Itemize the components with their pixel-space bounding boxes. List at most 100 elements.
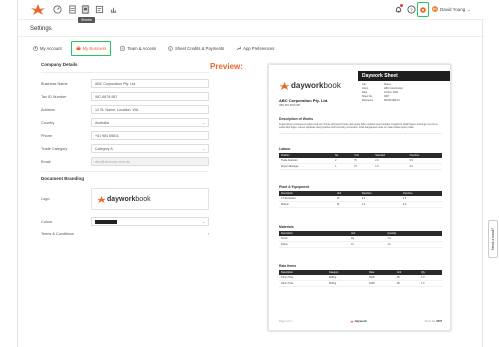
address-input[interactable]: 12 St. Name, Location, WA: [91, 105, 209, 114]
notification-dot: [400, 4, 403, 7]
preview-label: Preview:: [210, 62, 243, 71]
field-label: Tax ID Number: [41, 94, 67, 99]
table-cell: 0.0: [407, 163, 442, 170]
table-cell: Bobcat: [279, 201, 335, 208]
section-heading: Materials: [279, 225, 294, 229]
materials-section: Materials Description Unit Quantity Screw Kg…: [279, 225, 442, 248]
tax-id-row: Tax ID Number 987-6879-987: [41, 90, 209, 103]
svg-text:?: ?: [410, 7, 413, 12]
user-name: David Young: [440, 6, 466, 12]
doc-abn: ABN 987-6879-987: [279, 104, 301, 107]
tab-sheet-credits[interactable]: $ Sheet Credits & Payments: [165, 41, 227, 56]
bell-icon[interactable]: [394, 4, 403, 14]
table-row: 20mm Hole Drilling $180 NF 1.0: [279, 280, 442, 287]
tab-app-preferences[interactable]: App Preferences: [233, 41, 277, 56]
footer-brand: daywork: [349, 319, 367, 323]
need-a-hand-tab[interactable]: Need a hand?: [488, 220, 498, 258]
rate-items-section: Rate Items Description Category Rate Unit Qt…: [279, 264, 442, 287]
tab-label: App Preferences: [243, 46, 275, 51]
table-cell: 1: [333, 163, 353, 170]
gauge-icon[interactable]: [53, 5, 62, 14]
colour-select[interactable]: ⌄: [91, 217, 209, 226]
field-label: Trade Category: [41, 146, 68, 151]
doc-company: ABC Corporation Pty. Ltd.: [279, 98, 329, 103]
table-cell: 0.0: [400, 201, 442, 208]
tab-label: My Business: [82, 46, 107, 51]
table-cell: 1.0: [373, 163, 408, 170]
table-cell: Paints: [279, 241, 350, 248]
daywork-logo-icon: [279, 81, 290, 90]
chart-icon[interactable]: [109, 5, 118, 14]
tax-id-input[interactable]: 987-6879-987: [91, 92, 209, 101]
sheets-icon[interactable]: [81, 5, 90, 14]
page-number: Page 1 of 1: [279, 319, 292, 323]
briefcase-icon: [76, 46, 81, 50]
colour-row: Colour ⌄: [41, 215, 209, 228]
daywork-logo-icon[interactable]: [31, 4, 45, 15]
user-menu[interactable]: DY David Young ⌄: [432, 6, 471, 12]
labour-section: Labour Position No. Unit Standard Overtime Tr…: [279, 147, 442, 170]
daywork-brand-logo: daywork book: [97, 195, 151, 203]
avatar: DY: [432, 6, 438, 12]
section-heading: Plant & Equipment: [279, 185, 310, 189]
trade-category-value: Category A: [95, 147, 113, 151]
wrench-icon: [236, 46, 242, 51]
table-cell: NF: [394, 280, 420, 287]
tab-team-access[interactable]: Team & Access: [117, 41, 159, 56]
address-row: Address 12 St. Name, Location, WA: [41, 103, 209, 116]
works-section: Description of Works Fugiat ipsum conseq…: [279, 117, 442, 134]
business-name-row: Business Name ABC Corporation Pty. Ltd.: [41, 77, 209, 90]
section-heading: Labour: [279, 147, 291, 151]
tab-my-business[interactable]: My Business: [70, 41, 112, 56]
business-name-input[interactable]: ABC Corporation Pty. Ltd.: [91, 79, 209, 88]
footer-sheet-no: Sheet No. 0007: [425, 320, 442, 323]
list-document-icon[interactable]: [95, 5, 104, 14]
daywork-sheet-details: Job Stores Client ABC Construction Date 12 No…: [358, 81, 450, 105]
detail-row: Reference 98-000-980-10: [362, 99, 446, 103]
help-tab-label: Need a hand?: [491, 228, 495, 250]
tab-my-account[interactable]: My Account: [30, 41, 65, 56]
trade-category-row: Trade Category Category A ⌄: [41, 142, 209, 155]
plant-section: Plant & Equipment Description Unit Standar…: [279, 185, 442, 208]
tooltip: Sheets: [78, 17, 95, 23]
brand-word: daywork: [354, 319, 367, 323]
brand-word: book: [323, 81, 341, 90]
section-heading: Description of Works: [279, 117, 314, 121]
tab-label: Team & Access: [127, 46, 157, 51]
table-row: Paints Ltr 1.0: [279, 241, 442, 248]
daywork-logo-icon: [97, 195, 106, 203]
email-field[interactable]: abc@abccorp.com.au: [91, 157, 209, 166]
plant-table: Description Unit Standard Overtime 1.5 Excav…: [279, 191, 442, 208]
user-icon: [33, 46, 38, 51]
table-row: Project Manager 1 Hr 1.0 0.0: [279, 163, 442, 170]
logo-upload[interactable]: daywork book: [91, 188, 209, 210]
trade-category-select[interactable]: Category A ⌄: [91, 144, 209, 153]
country-row: Country Australia ⌄: [41, 116, 209, 129]
section-heading: Rate Items: [279, 264, 297, 268]
detail-key: Reference: [362, 99, 374, 102]
table-cell: Drilling: [326, 280, 368, 287]
phone-input[interactable]: +61 984 65811: [91, 131, 209, 140]
table-cell: Hr: [334, 201, 360, 208]
chevron-right-icon: ›: [207, 232, 209, 236]
document-branding-heading: Document Branding: [41, 176, 85, 181]
table-cell: 1.0: [385, 241, 442, 248]
colour-swatch: [95, 220, 117, 224]
labour-table: Position No. Unit Standard Overtime Trade Ass…: [279, 153, 442, 170]
divider: [279, 132, 442, 134]
rate-items-table: Description Category Rate Unit Qty 10mm Hole D…: [279, 270, 442, 287]
table-row: Bobcat Hr 1.0 0.0: [279, 201, 442, 208]
document-icon[interactable]: [68, 5, 77, 14]
brand-word: book: [135, 195, 151, 203]
settings-tabs: My Account My Business Team & Access $ S…: [30, 41, 283, 56]
document-preview: daywork book ABC Corporation Pty. Ltd. AB…: [268, 64, 451, 331]
country-select[interactable]: Australia ⌄: [91, 118, 209, 127]
chevron-down-icon: ⌄: [202, 220, 205, 224]
business-form: Company Details Business Name ABC Corpor…: [41, 62, 209, 236]
daywork-sheet-title: Daywork Sheet: [358, 71, 450, 81]
company-details-heading: Company Details: [41, 62, 78, 67]
help-icon[interactable]: ?: [407, 5, 416, 14]
settings-button[interactable]: [417, 2, 429, 17]
terms-row[interactable]: Terms & Conditions ›: [41, 232, 209, 236]
table-cell: 1.0: [359, 201, 401, 208]
